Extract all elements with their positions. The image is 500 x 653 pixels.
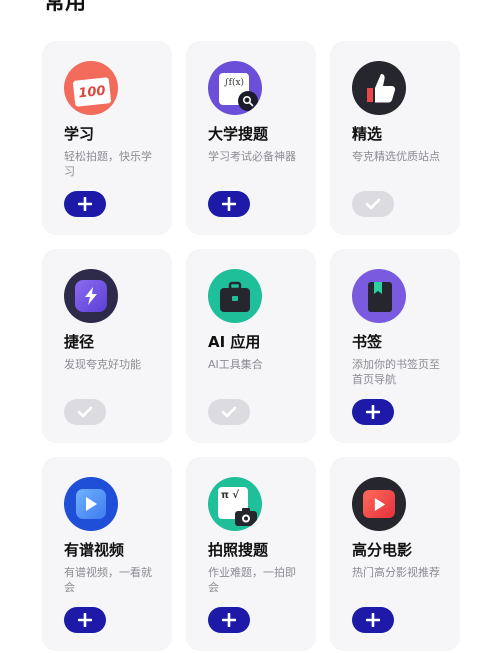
added-check-button[interactable] (64, 399, 106, 425)
card-title: 捷径 (64, 333, 95, 351)
formula-search-icon: ∫f(x) (208, 61, 262, 115)
plus-icon (222, 613, 236, 627)
plus-icon (78, 613, 92, 627)
card-description: 热门高分影视推荐 (352, 566, 440, 579)
card-ai-apps[interactable]: AI 应用 AI工具集合 (186, 249, 316, 443)
check-icon (77, 406, 93, 418)
add-button[interactable] (208, 191, 250, 217)
card-top-movies[interactable]: 高分电影 热门高分影视推荐 (330, 457, 460, 651)
card-youpu-video[interactable]: 有谱视频 有谱视频，一看就会 (42, 457, 172, 651)
card-shortcuts[interactable]: 捷径 发现夸克好功能 (42, 249, 172, 443)
card-title: 有谱视频 (64, 541, 125, 559)
check-icon (221, 406, 237, 418)
card-description: 有谱视频，一看就会 (64, 566, 152, 594)
card-title: 精选 (352, 125, 383, 143)
add-button[interactable] (352, 607, 394, 633)
card-description: 夸克精选优质站点 (352, 150, 440, 163)
plus-icon (366, 405, 380, 419)
add-button[interactable] (208, 607, 250, 633)
card-featured[interactable]: 精选 夸克精选优质站点 (330, 41, 460, 235)
card-study[interactable]: 100 学习 轻松拍题，快乐学习 (42, 41, 172, 235)
play-video-icon (64, 477, 118, 531)
thumbs-up-icon (352, 61, 406, 115)
card-title: AI 应用 (208, 333, 261, 351)
card-description: 学习考试必备神器 (208, 150, 296, 163)
bookmark-icon (352, 269, 406, 323)
plus-icon (366, 613, 380, 627)
card-description: 轻松拍题，快乐学习 (64, 150, 152, 178)
movie-play-icon (352, 477, 406, 531)
study-icon-score: 100 (77, 83, 107, 101)
plus-icon (222, 197, 236, 211)
added-check-button[interactable] (208, 399, 250, 425)
card-title: 拍照搜题 (208, 541, 269, 559)
card-college-search[interactable]: ∫f(x) 大学搜题 学习考试必备神器 (186, 41, 316, 235)
card-title: 高分电影 (352, 541, 413, 559)
lightning-shortcut-icon (64, 269, 118, 323)
add-button[interactable] (64, 191, 106, 217)
card-title: 书签 (352, 333, 383, 351)
camera-math-icon: π √ (208, 477, 262, 531)
app-grid: 100 学习 轻松拍题，快乐学习 ∫f(x) 大学搜题 学习考试必备神器 精选 … (42, 41, 460, 651)
card-bookmarks[interactable]: 书签 添加你的书签页至首页导航 (330, 249, 460, 443)
card-description: 作业难题，一拍即会 (208, 566, 296, 594)
study-100-icon: 100 (64, 61, 118, 115)
toolbox-icon (208, 269, 262, 323)
card-title: 大学搜题 (208, 125, 269, 143)
add-button[interactable] (64, 607, 106, 633)
check-icon (365, 198, 381, 210)
card-photo-search[interactable]: π √ 拍照搜题 作业难题，一拍即会 (186, 457, 316, 651)
added-check-button[interactable] (352, 191, 394, 217)
section-title: 常用 (44, 0, 86, 14)
math-icon-text: π √ (221, 490, 240, 501)
plus-icon (78, 197, 92, 211)
card-description: AI工具集合 (208, 358, 263, 371)
card-description: 发现夸克好功能 (64, 358, 141, 371)
add-button[interactable] (352, 399, 394, 425)
card-title: 学习 (64, 125, 95, 143)
card-description: 添加你的书签页至首页导航 (352, 358, 440, 386)
formula-icon-text: ∫f(x) (223, 78, 245, 88)
